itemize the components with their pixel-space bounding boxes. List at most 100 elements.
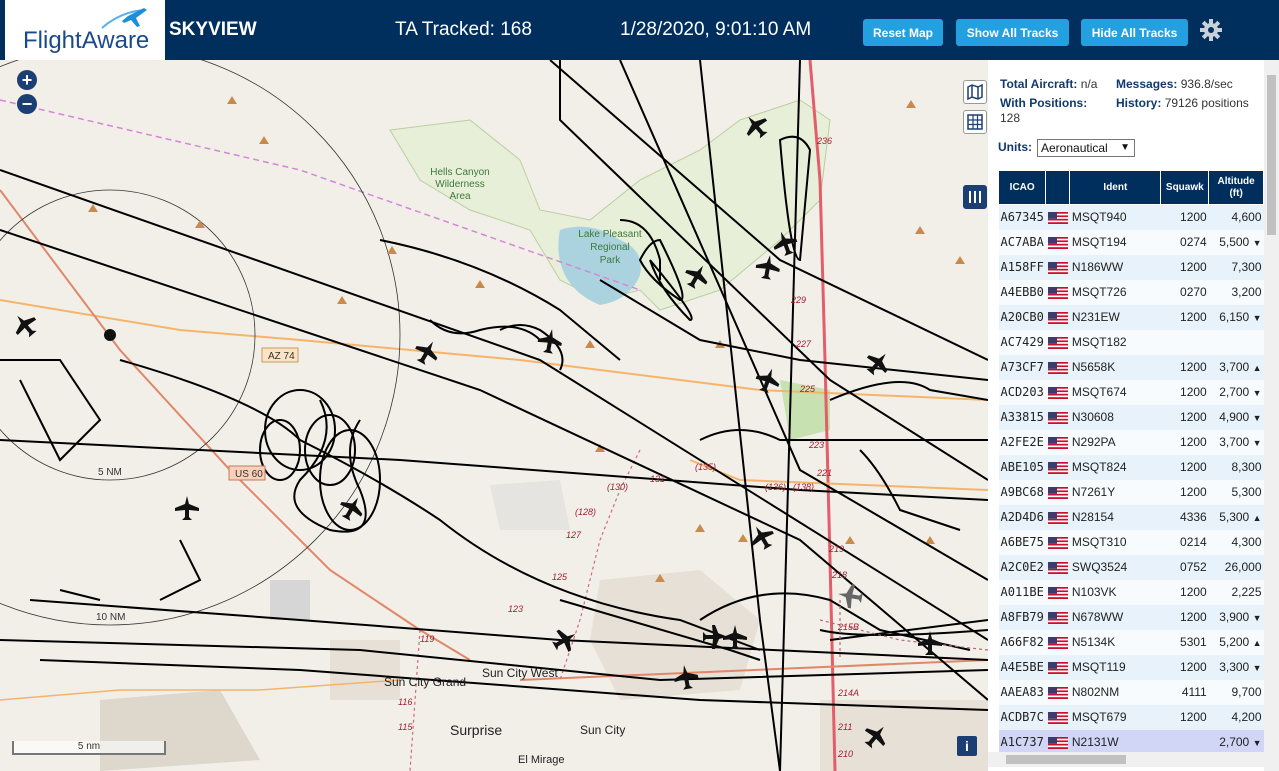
icao-cell: ACDB7C <box>1000 710 1044 724</box>
icao-cell: A20CB0 <box>1000 310 1044 324</box>
total-aircraft-label: Total Aircraft: <box>1000 77 1078 91</box>
column-toggle-button[interactable] <box>963 185 987 209</box>
icao-cell: A67345 <box>1000 210 1044 225</box>
flag-cell <box>1046 330 1070 355</box>
altitude-value: 7,300 <box>1231 260 1262 274</box>
messages-label: Messages: <box>1116 77 1178 91</box>
aircraft-table: ICAO Ident Squawk Altitude (ft) A67345 MS… <box>997 170 1264 755</box>
table-row[interactable]: ACD203 MSQT674 1200 2,700 ▼ <box>998 379 1264 405</box>
map-layer-button[interactable] <box>963 80 987 104</box>
panel-vertical-scrollbar[interactable] <box>1264 60 1279 771</box>
ident-cell: MSQT182 <box>1071 335 1127 349</box>
table-row[interactable]: A158FF N186WW 1200 7,300 <box>998 254 1264 280</box>
table-row[interactable]: A8FB79 N678WW 1200 3,900 ▼ <box>998 604 1264 630</box>
map-label: Hells Canyon <box>430 167 489 178</box>
scrollbar-thumb[interactable] <box>1267 75 1276 235</box>
altitude-cell: 5,200 ▲ <box>1209 630 1264 655</box>
flag-cell <box>1046 605 1070 630</box>
show-all-tracks-button[interactable]: Show All Tracks <box>956 19 1069 46</box>
zoom-in-button[interactable]: + <box>17 70 37 90</box>
hide-all-tracks-button[interactable]: Hide All Tracks <box>1081 19 1188 46</box>
panel-horizontal-scrollbar[interactable] <box>988 752 1264 767</box>
altitude-value: 4,600 <box>1231 210 1262 225</box>
altitude-trend-icon: ▼ <box>1252 313 1262 323</box>
table-row[interactable]: AAEA83 N802NM 4111 9,700 <box>998 679 1264 705</box>
reset-map-button[interactable]: Reset Map <box>863 19 943 46</box>
flag-cell <box>1046 255 1070 280</box>
altitude-value: 3,700 <box>1219 360 1250 374</box>
altitude-trend-icon: ▼ <box>1252 438 1262 448</box>
table-row[interactable]: A4E5BE MSQT119 1200 3,300 ▼ <box>998 654 1264 680</box>
map-view[interactable]: Hells Canyon Wilderness Area Lake Pleasa… <box>0 60 988 771</box>
grid-layer-button[interactable] <box>963 110 987 134</box>
flightaware-logo[interactable]: FlightAware <box>5 0 165 60</box>
info-icon[interactable]: i <box>957 736 977 756</box>
altitude-cell: 6,150 ▼ <box>1209 305 1264 330</box>
squawk-cell: 1200 <box>1180 210 1207 225</box>
map-label: Surprise <box>450 722 502 738</box>
map-label: 218 <box>831 570 847 580</box>
squawk-cell: 1200 <box>1180 360 1207 374</box>
table-row[interactable]: A67345 MSQT940 1200 4,600 <box>998 204 1264 230</box>
map-label: El Mirage <box>518 754 564 766</box>
map-label: Park <box>600 255 622 266</box>
table-row[interactable]: A2D4D6 N28154 4336 5,300 ▲ <box>998 504 1264 530</box>
altitude-trend-icon: ▼ <box>1252 413 1262 423</box>
table-row[interactable]: A66F82 N5134K 5301 5,200 ▲ <box>998 629 1264 655</box>
icao-cell: AC7ABA <box>1000 235 1044 249</box>
squawk-cell: 4336 <box>1180 510 1207 524</box>
altitude-value: 4,200 <box>1231 710 1262 724</box>
flag-cell <box>1046 305 1070 330</box>
flag-cell <box>1046 555 1070 580</box>
history-label: History: <box>1116 96 1162 110</box>
flag-cell <box>1046 280 1070 305</box>
col-icao[interactable]: ICAO <box>997 170 1047 205</box>
table-row[interactable]: AC7429 MSQT182 <box>998 329 1264 355</box>
altitude-cell: 3,700 ▲ <box>1209 355 1264 380</box>
zoom-out-button[interactable]: − <box>17 94 37 114</box>
table-row[interactable]: A2C0E2 SWQ3524 0752 26,000 <box>998 554 1264 580</box>
table-row[interactable]: ABE105 MSQT824 1200 8,300 <box>998 454 1264 480</box>
altitude-value: 8,300 <box>1231 460 1262 474</box>
table-row[interactable]: AC7ABA MSQT194 0274 5,500 ▼ <box>998 229 1264 255</box>
col-altitude[interactable]: Altitude (ft) <box>1208 170 1264 205</box>
table-row[interactable]: A011BE N103VK 1200 2,225 <box>998 579 1264 605</box>
altitude-cell: 2,700 ▼ <box>1209 730 1264 755</box>
map-canvas[interactable]: Hells Canyon Wilderness Area Lake Pleasa… <box>0 60 988 771</box>
icao-cell: ACD203 <box>1000 385 1044 399</box>
map-label: 131 <box>650 474 665 484</box>
col-squawk[interactable]: Squawk <box>1160 170 1210 205</box>
map-scale-bar: 5 nm <box>12 741 166 755</box>
table-row[interactable]: A20CB0 N231EW 1200 6,150 ▼ <box>998 304 1264 330</box>
table-row[interactable]: A6BE75 MSQT310 0214 4,300 <box>998 529 1264 555</box>
col-ident[interactable]: Ident <box>1069 170 1162 205</box>
table-row[interactable]: A2FE2E N292PA 1200 3,700 ▼ <box>998 429 1264 455</box>
table-row[interactable]: A73CF7 N5658K 1200 3,700 ▲ <box>998 354 1264 380</box>
gear-icon[interactable] <box>1199 18 1223 42</box>
flag-cell <box>1046 705 1070 730</box>
table-row[interactable]: A4EBB0 MSQT726 0270 3,200 <box>998 279 1264 305</box>
altitude-cell: 2,225 <box>1209 580 1264 605</box>
map-label: 219 <box>828 544 844 554</box>
altitude-cell: 2,700 ▼ <box>1209 380 1264 405</box>
altitude-trend-icon: ▼ <box>1252 738 1262 748</box>
altitude-value: 9,700 <box>1231 685 1262 699</box>
map-label: Area <box>449 191 471 202</box>
altitude-cell: 4,200 <box>1209 705 1264 730</box>
altitude-value: 3,300 <box>1219 660 1250 674</box>
us-flag-icon <box>1047 386 1068 399</box>
units-select[interactable]: Aeronautical ▼ <box>1037 139 1135 157</box>
scrollbar-thumb[interactable] <box>1006 755 1126 764</box>
table-row[interactable]: A33815 N30608 1200 4,900 ▼ <box>998 404 1264 430</box>
stat-positions: With Positions: 128 <box>1000 96 1087 126</box>
ident-cell: N802NM <box>1071 685 1120 699</box>
squawk-cell: 1200 <box>1180 585 1207 599</box>
icao-cell: A9BC68 <box>1000 485 1044 499</box>
table-row[interactable]: A9BC68 N7261Y 1200 5,300 <box>998 479 1264 505</box>
table-row[interactable]: A1C737 N2131W 2,700 ▼ <box>998 729 1264 755</box>
stat-history: History: 79126 positions <box>1116 96 1256 111</box>
icao-cell: A2D4D6 <box>1000 510 1044 524</box>
table-row[interactable]: ACDB7C MSQT679 1200 4,200 <box>998 704 1264 730</box>
col-flag[interactable] <box>1045 170 1071 205</box>
map-label: 5 NM <box>98 467 122 478</box>
